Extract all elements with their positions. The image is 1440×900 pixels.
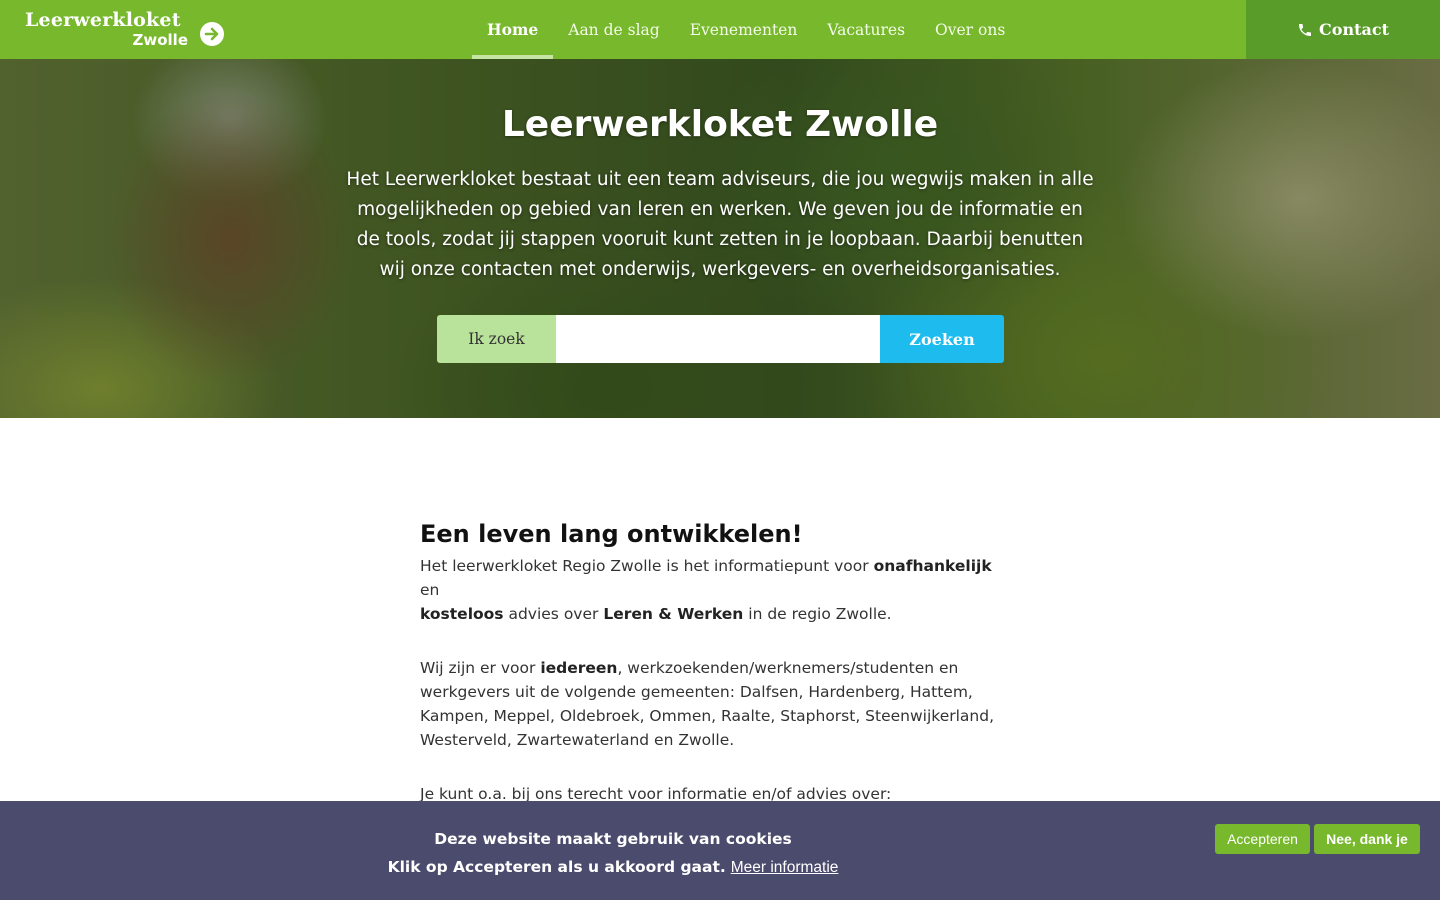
phone-icon xyxy=(1299,23,1312,36)
nav-aan-de-slag[interactable]: Aan de slag xyxy=(553,0,674,59)
logo-city: Zwolle xyxy=(132,31,189,49)
logo-name: Leerwerkloket xyxy=(25,9,181,31)
cookie-instruction-text: Klik op Accepteren als u akkoord gaat. xyxy=(387,858,726,876)
intro-bold-2: kosteloos xyxy=(420,605,504,623)
contact-label: Contact xyxy=(1319,20,1389,39)
intro-text-4: in de regio Zwolle. xyxy=(743,605,892,623)
site-logo[interactable]: Leerwerkloket Zwolle xyxy=(25,8,225,52)
cookie-banner: Deze website maakt gebruik van cookies K… xyxy=(0,801,1440,900)
cookie-instruction: Klik op Accepteren als u akkoord gaat. M… xyxy=(240,853,986,882)
hero-title: Leerwerkloket Zwolle xyxy=(501,104,939,145)
intro-paragraph: Het leerwerkloket Regio Zwolle is het in… xyxy=(420,554,1010,626)
audience-paragraph: Wij zijn er voor iedereen, werkzoekenden… xyxy=(420,656,1010,752)
cookie-message: Deze website maakt gebruik van cookies K… xyxy=(240,825,986,882)
cookie-more-info-link[interactable]: Meer informatie xyxy=(731,859,839,876)
nav-home[interactable]: Home xyxy=(472,0,554,59)
intro-text-2: en xyxy=(420,581,440,599)
search-button[interactable]: Zoeken xyxy=(880,315,1004,363)
nav-evenementen[interactable]: Evenementen xyxy=(675,0,813,59)
hero-description: Het Leerwerkloket bestaat uit een team a… xyxy=(346,169,1094,280)
top-navigation-bar: Leerwerkloket Zwolle Home Aan de slag Ev… xyxy=(0,0,1440,59)
main-content: Een leven lang ontwikkelen! Het leerwerk… xyxy=(420,520,1010,836)
audience-bold: iedereen xyxy=(540,659,618,677)
audience-text-1: Wij zijn er voor xyxy=(420,659,541,677)
hero-banner: Leerwerkloket Zwolle Het Leerwerkloket b… xyxy=(0,59,1440,418)
intro-text-1: Het leerwerkloket Regio Zwolle is het in… xyxy=(420,557,874,575)
cookie-title: Deze website maakt gebruik van cookies xyxy=(434,830,792,848)
arrow-right-circle-icon xyxy=(200,22,224,46)
cookie-accept-button[interactable]: Accepteren xyxy=(1215,824,1310,854)
nav-over-ons[interactable]: Over ons xyxy=(920,0,1020,59)
cookie-decline-button[interactable]: Nee, dank je xyxy=(1314,824,1420,854)
main-nav: Home Aan de slag Evenementen Vacatures O… xyxy=(472,0,1020,59)
intro-bold-3: Leren & Werken xyxy=(603,605,744,623)
nav-vacatures[interactable]: Vacatures xyxy=(812,0,920,59)
intro-text-3: advies over xyxy=(503,605,604,623)
search-form: Ik zoek Zoeken xyxy=(437,315,1004,363)
search-label: Ik zoek xyxy=(437,315,556,363)
intro-bold-1: onafhankelijk xyxy=(873,557,992,575)
search-input[interactable] xyxy=(556,315,880,363)
contact-button[interactable]: Contact xyxy=(1246,0,1440,59)
section-heading: Een leven lang ontwikkelen! xyxy=(420,520,803,548)
